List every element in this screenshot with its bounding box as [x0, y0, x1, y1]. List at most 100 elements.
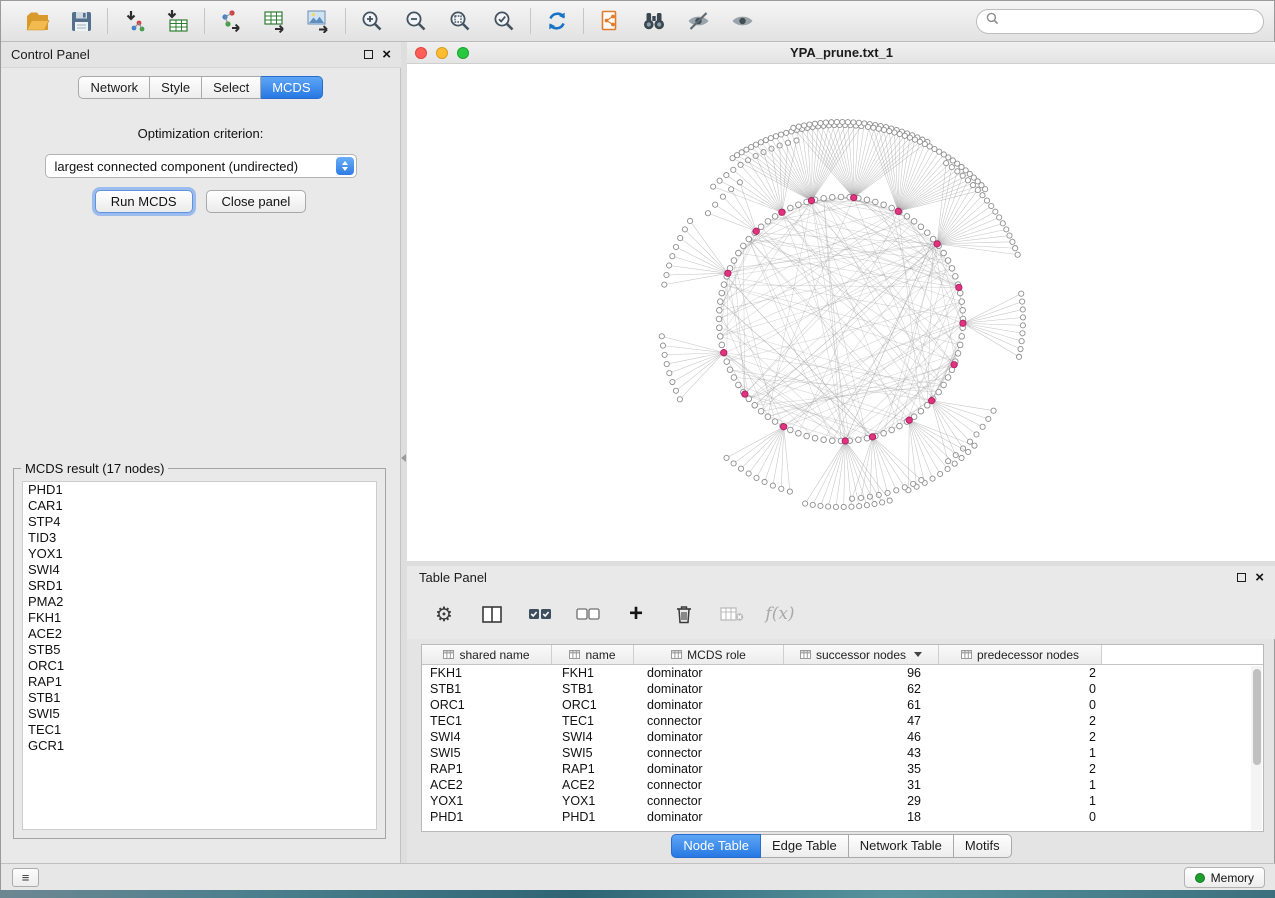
mcds-result-item[interactable]: TID3	[23, 530, 376, 546]
table-cell[interactable]: SWI4	[422, 729, 552, 745]
table-cell[interactable]: 31	[784, 777, 939, 793]
export-image-icon[interactable]	[305, 8, 333, 34]
column-header-predecessor-nodes[interactable]: predecessor nodes	[939, 645, 1102, 664]
float-panel-icon[interactable]	[364, 50, 373, 59]
mcds-result-item[interactable]: ORC1	[23, 658, 376, 674]
zoom-in-icon[interactable]	[358, 8, 386, 34]
mcds-result-item[interactable]: YOX1	[23, 546, 376, 562]
zoom-out-icon[interactable]	[402, 8, 430, 34]
mcds-result-item[interactable]: FKH1	[23, 610, 376, 626]
search-network-binoculars-icon[interactable]	[640, 8, 668, 34]
table-row[interactable]: ORC1ORC1dominator610	[422, 697, 1251, 713]
column-header-shared-name[interactable]: shared name	[422, 645, 552, 664]
table-cell[interactable]: 0	[939, 681, 1102, 697]
table-cell[interactable]: 1	[939, 777, 1102, 793]
table-cell[interactable]: ACE2	[422, 777, 552, 793]
mcds-result-item[interactable]: PHD1	[23, 482, 376, 498]
mcds-result-item[interactable]: ACE2	[23, 626, 376, 642]
table-scrollbar[interactable]	[1251, 666, 1262, 830]
table-row[interactable]: PHD1PHD1dominator180	[422, 809, 1251, 825]
show-columns-icon[interactable]	[479, 601, 505, 627]
table-row[interactable]: RAP1RAP1dominator352	[422, 761, 1251, 777]
tab-edge-table[interactable]: Edge Table	[761, 834, 849, 858]
add-column-icon[interactable]: +	[623, 601, 649, 627]
table-cell[interactable]: 0	[939, 809, 1102, 825]
column-header-successor-nodes[interactable]: successor nodes	[784, 645, 939, 664]
column-header-mcds-role[interactable]: MCDS role	[634, 645, 784, 664]
table-cell[interactable]: dominator	[634, 761, 784, 777]
table-cell[interactable]: YOX1	[552, 793, 634, 809]
export-network-icon[interactable]	[217, 8, 245, 34]
scrollbar-thumb[interactable]	[1253, 669, 1261, 765]
table-row[interactable]: YOX1YOX1connector291	[422, 793, 1251, 809]
table-cell[interactable]: dominator	[634, 809, 784, 825]
table-cell[interactable]: 2	[939, 665, 1102, 681]
table-cell[interactable]: 61	[784, 697, 939, 713]
memory-button[interactable]: Memory	[1184, 867, 1265, 888]
export-table-icon[interactable]	[261, 8, 289, 34]
import-table-from-file-icon[interactable]	[164, 8, 192, 34]
table-row[interactable]: TEC1TEC1connector472	[422, 713, 1251, 729]
zoom-fit-content-icon[interactable]	[446, 8, 474, 34]
mcds-result-item[interactable]: GCR1	[23, 738, 376, 754]
table-row[interactable]: SWI4SWI4dominator462	[422, 729, 1251, 745]
close-panel-icon[interactable]: ×	[382, 49, 391, 61]
tab-mcds[interactable]: MCDS	[261, 76, 322, 99]
close-panel-icon[interactable]: ×	[1255, 572, 1264, 584]
table-cell[interactable]: RAP1	[422, 761, 552, 777]
table-cell[interactable]: 62	[784, 681, 939, 697]
float-panel-icon[interactable]	[1237, 573, 1246, 582]
table-cell[interactable]: 18	[784, 809, 939, 825]
table-cell[interactable]: 2	[939, 729, 1102, 745]
table-cell[interactable]: 96	[784, 665, 939, 681]
mcds-result-item[interactable]: STP4	[23, 514, 376, 530]
table-cell[interactable]: SWI4	[552, 729, 634, 745]
table-cell[interactable]: TEC1	[422, 713, 552, 729]
mcds-result-item[interactable]: SWI5	[23, 706, 376, 722]
table-cell[interactable]: RAP1	[552, 761, 634, 777]
table-cell[interactable]: dominator	[634, 681, 784, 697]
import-network-from-file-icon[interactable]	[120, 8, 148, 34]
table-row[interactable]: ACE2ACE2connector311	[422, 777, 1251, 793]
zoom-selected-icon[interactable]	[490, 8, 518, 34]
table-cell[interactable]: ACE2	[552, 777, 634, 793]
mcds-result-item[interactable]: PMA2	[23, 594, 376, 610]
table-cell[interactable]: dominator	[634, 729, 784, 745]
table-cell[interactable]: STB1	[422, 681, 552, 697]
table-cell[interactable]: SWI5	[552, 745, 634, 761]
table-cell[interactable]: 43	[784, 745, 939, 761]
table-row[interactable]: FKH1FKH1dominator962	[422, 665, 1251, 681]
table-cell[interactable]: connector	[634, 745, 784, 761]
mcds-result-item[interactable]: SWI4	[23, 562, 376, 578]
table-cell[interactable]: 2	[939, 713, 1102, 729]
tab-network[interactable]: Network	[78, 76, 150, 99]
table-cell[interactable]: PHD1	[552, 809, 634, 825]
table-cell[interactable]: 46	[784, 729, 939, 745]
mcds-result-list[interactable]: PHD1CAR1STP4TID3YOX1SWI4SRD1PMA2FKH1ACE2…	[22, 481, 377, 830]
tab-select[interactable]: Select	[202, 76, 261, 99]
clone-network-icon[interactable]	[596, 8, 624, 34]
mcds-result-item[interactable]: STB1	[23, 690, 376, 706]
tab-node-table[interactable]: Node Table	[671, 834, 761, 858]
network-canvas[interactable]	[407, 64, 1275, 561]
table-cell[interactable]: TEC1	[552, 713, 634, 729]
combo-stepper-icon[interactable]	[336, 157, 354, 175]
select-all-rows-icon[interactable]	[527, 601, 553, 627]
tab-motifs[interactable]: Motifs	[954, 834, 1012, 858]
table-row[interactable]: STB1STB1dominator620	[422, 681, 1251, 697]
mcds-result-item[interactable]: SRD1	[23, 578, 376, 594]
table-cell[interactable]: 2	[939, 761, 1102, 777]
network-window-titlebar[interactable]: YPA_prune.txt_1	[407, 42, 1275, 64]
deselect-all-rows-icon[interactable]	[575, 601, 601, 627]
mcds-result-item[interactable]: TEC1	[23, 722, 376, 738]
tab-style[interactable]: Style	[150, 76, 202, 99]
table-cell[interactable]: connector	[634, 777, 784, 793]
show-all-eye-icon[interactable]	[728, 8, 756, 34]
mcds-result-item[interactable]: RAP1	[23, 674, 376, 690]
table-cell[interactable]: connector	[634, 713, 784, 729]
table-cell[interactable]: 35	[784, 761, 939, 777]
search-input[interactable]	[1005, 14, 1254, 28]
column-header-name[interactable]: name	[552, 645, 634, 664]
table-cell[interactable]: 47	[784, 713, 939, 729]
network-graph[interactable]	[407, 64, 1275, 561]
